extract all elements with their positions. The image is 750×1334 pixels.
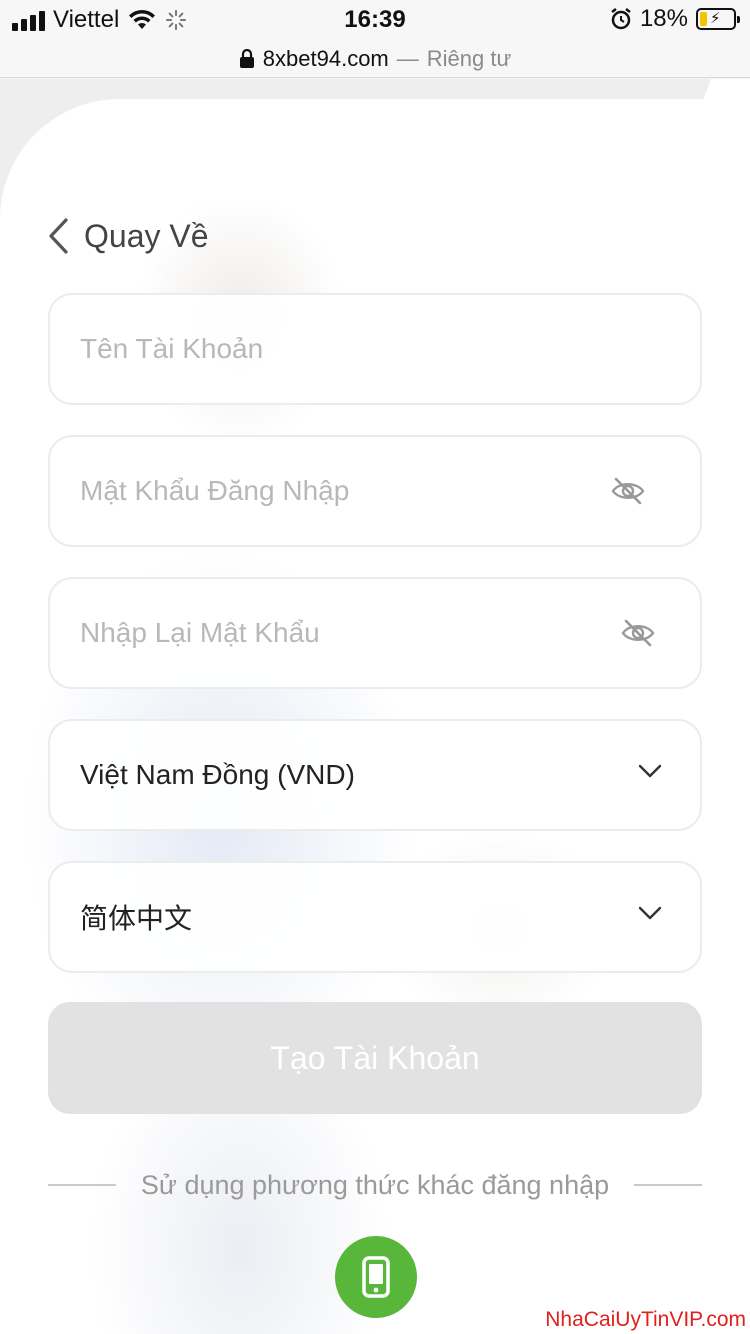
watermark: NhaCaiUyTinVIP.com bbox=[545, 1308, 746, 1331]
chevron-down-icon bbox=[638, 764, 662, 778]
create-account-button[interactable]: Tạo Tài Khoản bbox=[48, 1002, 702, 1114]
alt-login-divider: Sử dụng phương thức khác đăng nhập bbox=[48, 1167, 702, 1203]
eye-off-icon[interactable] bbox=[610, 473, 646, 509]
back-label: Quay Về bbox=[84, 217, 209, 254]
alt-login-text: Sử dụng phương thức khác đăng nhập bbox=[140, 1169, 610, 1200]
language-value: 简体中文 bbox=[80, 903, 193, 934]
chevron-left-icon bbox=[49, 218, 68, 254]
url-private-mode: Riêng tư bbox=[426, 45, 512, 71]
password-field-box bbox=[48, 435, 702, 547]
status-bar: Viettel 16:39 18% ⚡ bbox=[0, 0, 750, 40]
confirm-password-input[interactable] bbox=[80, 617, 670, 649]
currency-value: Việt Nam Đồng (VND) bbox=[80, 759, 355, 790]
currency-select[interactable]: Việt Nam Đồng (VND) bbox=[48, 719, 702, 831]
username-field-box bbox=[48, 293, 702, 405]
back-button[interactable]: Quay Về bbox=[46, 217, 209, 255]
url-domain: 8xbet94.com bbox=[262, 45, 389, 71]
divider-line-left bbox=[48, 1184, 116, 1186]
battery-charging-icon: ⚡ bbox=[696, 8, 740, 30]
eye-off-icon[interactable] bbox=[620, 615, 656, 651]
confirm-password-field-box bbox=[48, 577, 702, 689]
username-input[interactable] bbox=[80, 333, 670, 365]
phone-login-button[interactable] bbox=[335, 1236, 417, 1318]
chevron-down-icon bbox=[638, 906, 662, 920]
url-bar[interactable]: 8xbet94.com — Riêng tư bbox=[0, 40, 750, 78]
language-select[interactable]: 简体中文 bbox=[48, 861, 702, 973]
status-right: 18% ⚡ bbox=[610, 5, 740, 33]
lock-icon bbox=[239, 48, 254, 68]
divider-line-right bbox=[634, 1184, 702, 1186]
registration-page: Quay Về Việt Nam Đồng (VND) bbox=[0, 79, 750, 1334]
phone-icon bbox=[362, 1256, 390, 1298]
url-separator: — bbox=[396, 45, 419, 71]
password-input[interactable] bbox=[80, 475, 670, 507]
screen: Viettel 16:39 18% ⚡ 8xbet94.com — Riêng … bbox=[0, 0, 750, 1334]
battery-percent: 18% bbox=[639, 5, 688, 32]
alarm-icon bbox=[611, 8, 631, 30]
